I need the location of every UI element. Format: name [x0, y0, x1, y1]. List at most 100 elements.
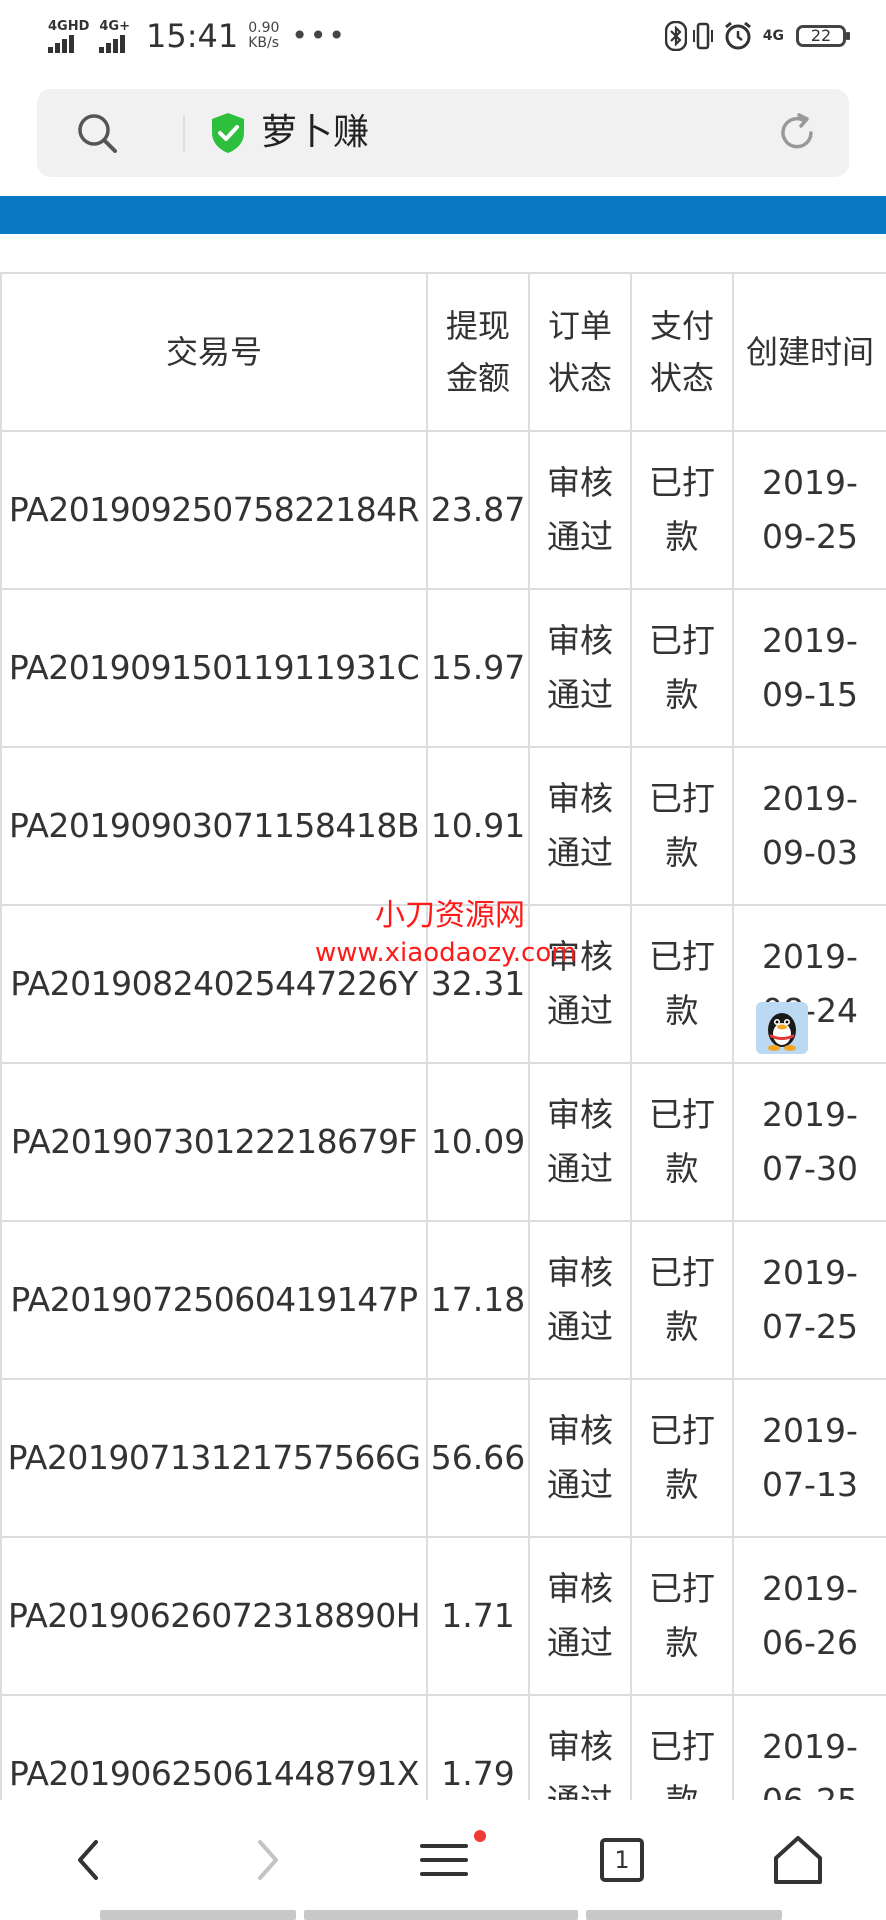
- amount: 15.97: [426, 588, 530, 748]
- watermark: 小刀资源网 www.xiaodaozy.com: [300, 896, 600, 970]
- created-date: 2019-07-13: [732, 1378, 886, 1538]
- address-bar-divider: [183, 115, 185, 151]
- signal-2: 4G+: [99, 20, 130, 53]
- bluetooth-icon: [664, 21, 687, 51]
- battery-icon: 22: [796, 25, 850, 47]
- qq-penguin-icon: [756, 1002, 808, 1054]
- pay-status: 已打款: [630, 1536, 734, 1696]
- amount: 56.66: [426, 1378, 530, 1538]
- header-pay-status: 支付状态: [630, 272, 734, 432]
- order-status: 审核通过: [528, 1062, 632, 1222]
- created-date: 2019-09-15: [732, 588, 886, 748]
- page-title[interactable]: 萝卜赚: [261, 109, 369, 157]
- order-status: 审核通过: [528, 1536, 632, 1696]
- home-icon[interactable]: [768, 1830, 828, 1890]
- forward-icon[interactable]: [236, 1830, 296, 1890]
- pay-status: 已打款: [630, 1694, 734, 1802]
- table-row: PA20190730122218679F 10.09 审核通过 已打款 2019…: [0, 1062, 886, 1222]
- amount: 10.09: [426, 1062, 530, 1222]
- clock: 15:41: [146, 17, 239, 55]
- vibrate-icon: [692, 22, 713, 50]
- signal-2-label: 4G+: [99, 18, 130, 34]
- amount: 23.87: [426, 430, 530, 590]
- search-icon[interactable]: [75, 111, 119, 155]
- pay-status: 已打款: [630, 1378, 734, 1538]
- speed-unit: KB/s: [248, 35, 280, 51]
- network-speed: 0.90 KB/s: [248, 21, 279, 51]
- address-bar[interactable]: 萝卜赚: [37, 89, 849, 177]
- header-created-time: 创建时间: [732, 272, 886, 432]
- order-status: 审核通过: [528, 588, 632, 748]
- table-header-row: 交易号 提现金额 订单状态 支付状态 创建时间: [0, 272, 886, 432]
- transaction-id: PA20190730122218679F: [0, 1062, 428, 1222]
- table-row: PA20190625061448791X 1.79 审核通过 已打款 2019-…: [0, 1694, 886, 1802]
- signal-1-label: 4GHD: [48, 18, 90, 34]
- transaction-id: PA20190725060419147P: [0, 1220, 428, 1380]
- order-status: 审核通过: [528, 1378, 632, 1538]
- signal-bars-icon: [48, 34, 76, 53]
- amount: 1.79: [426, 1694, 530, 1802]
- gesture-bar-right: [586, 1910, 782, 1920]
- transaction-id: PA20190915011911931C: [0, 588, 428, 748]
- table-row: PA20190915011911931C 15.97 审核通过 已打款 2019…: [0, 588, 886, 748]
- table-row: PA20190925075822184R 23.87 审核通过 已打款 2019…: [0, 430, 886, 590]
- shield-check-icon: [212, 113, 244, 153]
- refresh-icon[interactable]: [773, 109, 821, 157]
- alarm-icon: [724, 21, 751, 50]
- network-type: 4G: [762, 28, 784, 44]
- pay-status: 已打款: [630, 1220, 734, 1380]
- created-date: 2019-09-03: [732, 746, 886, 906]
- created-date: 2019-07-30: [732, 1062, 886, 1222]
- table-row: PA20190903071158418B 10.91 审核通过 已打款 2019…: [0, 746, 886, 906]
- order-status: 审核通过: [528, 1694, 632, 1802]
- created-date: 2019-06-25: [732, 1694, 886, 1802]
- transaction-id: PA20190626072318890H: [0, 1536, 428, 1696]
- table-row: PA20190713121757566G 56.66 审核通过 已打款 2019…: [0, 1378, 886, 1538]
- watermark-url: www.xiaodaozy.com: [315, 938, 577, 968]
- amount: 17.18: [426, 1220, 530, 1380]
- amount: 1.71: [426, 1536, 530, 1696]
- created-date: 2019-07-25: [732, 1220, 886, 1380]
- withdrawal-records: 交易号 提现金额 订单状态 支付状态 创建时间 PA20190925075822…: [0, 272, 886, 1802]
- gesture-bar-left: [100, 1910, 296, 1920]
- transaction-id: PA20190903071158418B: [0, 746, 428, 906]
- transaction-id: PA20190625061448791X: [0, 1694, 428, 1802]
- amount: 10.91: [426, 746, 530, 906]
- browser-page: 4GHD 4G+ 15:41 0.90 KB/s ••• 4G 22 萝卜赚 交…: [0, 0, 886, 1920]
- watermark-title: 小刀资源网: [375, 898, 525, 933]
- transaction-id: PA20190925075822184R: [0, 430, 428, 590]
- table-row: PA20190725060419147P 17.18 审核通过 已打款 2019…: [0, 1220, 886, 1380]
- pay-status: 已打款: [630, 1062, 734, 1222]
- speed-value: 0.90: [248, 20, 280, 36]
- browser-toolbar: 1: [0, 1800, 886, 1920]
- pay-status: 已打款: [630, 904, 734, 1064]
- signal-bars-icon: [99, 34, 127, 53]
- transaction-id: PA20190713121757566G: [0, 1378, 428, 1538]
- order-status: 审核通过: [528, 430, 632, 590]
- more-notifications-icon: •••: [291, 19, 347, 52]
- header-amount: 提现金额: [426, 272, 530, 432]
- order-status: 审核通过: [528, 746, 632, 906]
- pay-status: 已打款: [630, 430, 734, 590]
- status-bar: 4GHD 4G+ 15:41 0.90 KB/s ••• 4G 22: [0, 0, 886, 72]
- menu-notification-dot: [474, 1830, 486, 1842]
- battery-level: 22: [810, 26, 832, 45]
- tabs-button[interactable]: 1: [592, 1830, 652, 1890]
- menu-icon[interactable]: [414, 1830, 474, 1890]
- header-order-status: 订单状态: [528, 272, 632, 432]
- gesture-bar-center: [304, 1910, 578, 1920]
- status-right: 4G 22: [664, 14, 850, 58]
- records-table: 交易号 提现金额 订单状态 支付状态 创建时间 PA20190925075822…: [0, 272, 886, 1802]
- created-date: 2019-06-26: [732, 1536, 886, 1696]
- signal-1: 4GHD: [48, 20, 89, 53]
- table-row: PA20190626072318890H 1.71 审核通过 已打款 2019-…: [0, 1536, 886, 1696]
- header-band: [0, 196, 886, 234]
- back-icon[interactable]: [60, 1830, 120, 1890]
- order-status: 审核通过: [528, 1220, 632, 1380]
- status-left: 4GHD 4G+ 15:41 0.90 KB/s •••: [48, 12, 347, 60]
- tabs-count: 1: [614, 1846, 630, 1874]
- created-date: 2019-09-25: [732, 430, 886, 590]
- pay-status: 已打款: [630, 746, 734, 906]
- header-transaction-id: 交易号: [0, 272, 428, 432]
- pay-status: 已打款: [630, 588, 734, 748]
